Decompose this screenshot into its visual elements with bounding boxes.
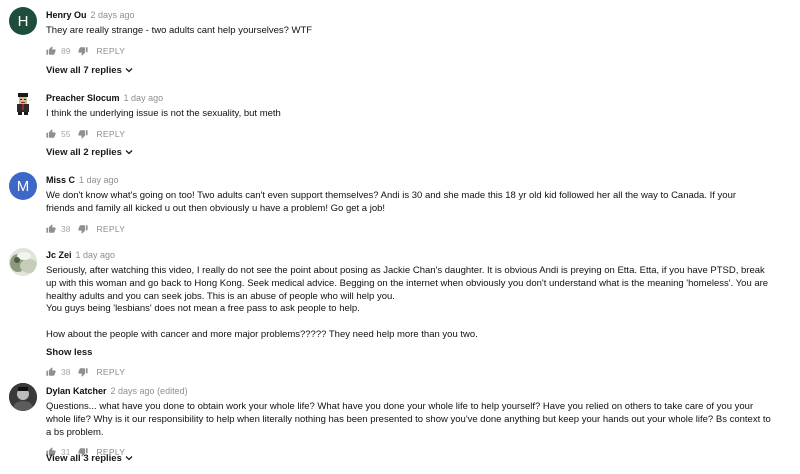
comment-header: Henry Ou 2 days ago	[46, 9, 780, 21]
like-count: 89	[61, 45, 71, 56]
thumbs-up-icon[interactable]	[46, 224, 56, 234]
comment-text: I think the underlying issue is not the …	[46, 108, 281, 119]
thumbs-up-icon[interactable]	[46, 129, 56, 139]
comment-time[interactable]: 1 day ago	[76, 250, 116, 260]
avatar[interactable]	[9, 89, 37, 117]
comment-header: Preacher Slocum 1 day ago	[46, 92, 780, 104]
avatar[interactable]: H	[9, 7, 37, 35]
comment-time[interactable]: 1 day ago	[79, 175, 119, 185]
reply-button[interactable]: REPLY	[96, 224, 125, 234]
comment-text: We don't know what's going on too! Two a…	[46, 190, 739, 214]
reply-button[interactable]: REPLY	[96, 367, 125, 377]
comment-time[interactable]: 2 days ago (edited)	[111, 386, 188, 396]
comment-author[interactable]: Miss C	[46, 175, 75, 185]
comment-author[interactable]: Jc Zei	[46, 250, 72, 260]
view-replies-label: View all 2 replies	[46, 147, 122, 158]
comment-time[interactable]: 2 days ago	[91, 10, 135, 20]
comment-author[interactable]: Dylan Katcher	[46, 386, 107, 396]
avatar[interactable]	[9, 383, 37, 411]
chevron-down-icon	[125, 147, 133, 158]
comment-text: Questions... what have you done to obtai…	[46, 401, 774, 438]
view-replies-button[interactable]: View all 7 replies	[46, 65, 133, 76]
reply-button[interactable]: REPLY	[96, 129, 125, 139]
like-count: 38	[61, 366, 71, 377]
comment-actions: 38 REPLY	[46, 223, 780, 235]
comment-actions: 31 REPLY	[46, 446, 780, 458]
view-replies-label: View all 7 replies	[46, 65, 122, 76]
like-count: 38	[61, 223, 71, 234]
thumbs-up-icon[interactable]	[46, 367, 56, 377]
comment-header: Miss C 1 day ago	[46, 174, 780, 186]
thumbs-down-icon[interactable]	[78, 224, 89, 234]
avatar-image	[9, 383, 37, 411]
comment-author[interactable]: Preacher Slocum	[46, 93, 120, 103]
thumbs-up-icon[interactable]	[46, 46, 56, 56]
avatar-image	[17, 93, 29, 115]
comment-text: They are really strange - two adults can…	[46, 25, 313, 36]
comment-actions: 38 REPLY	[46, 366, 780, 378]
avatar[interactable]	[9, 248, 37, 276]
view-replies-button[interactable]: View all 2 replies	[46, 147, 133, 158]
comment-header: Dylan Katcher 2 days ago (edited)	[46, 385, 780, 397]
comment-actions: 89 REPLY	[46, 45, 780, 57]
thumbs-down-icon[interactable]	[78, 129, 89, 139]
avatar-letter: M	[16, 177, 30, 195]
avatar-image	[9, 248, 37, 276]
avatar[interactable]: M	[9, 172, 37, 200]
comment-author[interactable]: Henry Ou	[46, 10, 87, 20]
thumbs-down-icon[interactable]	[78, 46, 89, 56]
comment-time[interactable]: 1 day ago	[124, 93, 164, 103]
comment-text: Seriously, after watching this video, I …	[46, 265, 769, 340]
like-count: 55	[61, 128, 71, 139]
chevron-down-icon	[125, 453, 133, 464]
chevron-down-icon	[125, 65, 133, 76]
view-replies-button[interactable]: View all 3 replies	[46, 453, 133, 464]
avatar-letter: H	[17, 12, 29, 30]
thumbs-down-icon[interactable]	[78, 367, 89, 377]
reply-button[interactable]: REPLY	[96, 46, 125, 56]
view-replies-label: View all 3 replies	[46, 453, 122, 464]
comment-header: Jc Zei 1 day ago	[46, 249, 780, 261]
comment-actions: 55 REPLY	[46, 128, 780, 140]
show-less-button[interactable]: Show less	[46, 347, 92, 358]
